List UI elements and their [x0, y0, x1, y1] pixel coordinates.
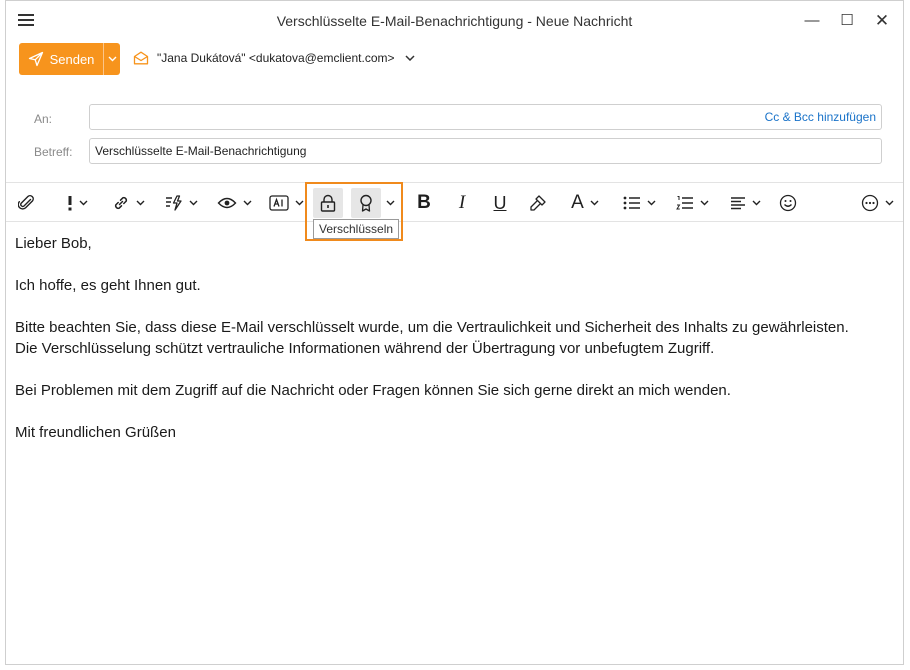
attach-button[interactable]: [15, 188, 39, 218]
chevron-down-icon: [590, 200, 599, 206]
chevron-down-icon: [189, 200, 197, 206]
envelope-icon: [133, 51, 149, 65]
chevron-down-icon: [647, 200, 655, 206]
more-icon: [861, 194, 878, 212]
priority-icon: [68, 196, 71, 211]
priority-button[interactable]: [56, 188, 98, 218]
add-cc-bcc-link[interactable]: Cc & Bcc hinzufügen: [765, 105, 876, 129]
chevron-down-icon: [136, 200, 144, 206]
chevron-down-icon: [108, 56, 116, 62]
align-button[interactable]: [723, 188, 767, 218]
more-options-button[interactable]: [855, 188, 899, 218]
underline-icon: U: [493, 192, 507, 213]
emoji-button[interactable]: [775, 188, 801, 218]
chevron-down-icon: [885, 200, 893, 206]
send-options-button[interactable]: [103, 43, 120, 75]
body-line-3: Die Verschlüsselung schützt vertrauliche…: [15, 340, 715, 357]
subject-label: Betreff:: [34, 145, 73, 159]
quick-text-icon: [165, 195, 182, 211]
send-button[interactable]: Senden: [19, 43, 103, 75]
underline-button[interactable]: U: [486, 188, 514, 218]
bold-button[interactable]: B: [410, 188, 438, 218]
link-button[interactable]: [107, 188, 149, 218]
bullet-list-icon: [623, 196, 640, 210]
visibility-icon: [217, 197, 236, 209]
toolbar-divider-bottom: [6, 221, 903, 222]
body-greeting: Lieber Bob,: [15, 235, 92, 252]
font-color-button[interactable]: A: [563, 188, 607, 218]
visibility-button[interactable]: [213, 188, 255, 218]
to-label: An:: [34, 112, 53, 126]
to-field[interactable]: Cc & Bcc hinzufügen: [89, 104, 882, 130]
send-split-button: Senden: [19, 43, 120, 75]
body-line-4: Bei Problemen mit dem Zugriff auf die Na…: [15, 382, 731, 399]
send-icon: [28, 51, 43, 67]
from-account-selector[interactable]: "Jana Dukátová" <dukatova@emclient.com>: [133, 51, 423, 65]
bold-icon: B: [417, 192, 431, 213]
maximize-button[interactable]: ☐: [832, 9, 862, 33]
subject-field[interactable]: Verschlüsselte E-Mail-Benachrichtigung: [89, 138, 882, 164]
chevron-down-icon: [700, 200, 708, 206]
send-label: Senden: [49, 51, 95, 67]
italic-icon: I: [458, 192, 466, 213]
ai-icon: [268, 195, 289, 211]
numbered-list-icon: [675, 196, 693, 210]
font-color-icon: A: [571, 192, 584, 213]
format-painter-icon: [530, 195, 546, 211]
italic-button[interactable]: I: [448, 188, 476, 218]
minimize-button[interactable]: —: [797, 9, 827, 33]
paperclip-icon: [18, 195, 34, 210]
body-closing: Mit freundlichen Grüßen: [15, 424, 176, 441]
emoji-icon: [779, 194, 797, 212]
align-icon: [730, 197, 745, 210]
chevron-down-icon: [752, 200, 760, 206]
chevron-down-icon: [243, 200, 251, 206]
title-bar: Verschlüsselte E-Mail-Benachrichtigung -…: [6, 1, 903, 41]
format-painter-button[interactable]: [524, 188, 552, 218]
body-line-1: Ich hoffe, es geht Ihnen gut.: [15, 277, 201, 294]
link-icon: [114, 196, 127, 210]
ai-assistant-button[interactable]: [265, 188, 307, 218]
message-body[interactable]: Lieber Bob, Ich hoffe, es geht Ihnen gut…: [15, 233, 895, 443]
body-line-2: Bitte beachten Sie, dass diese E-Mail ve…: [15, 319, 849, 336]
from-address: "Jana Dukátová" <dukatova@emclient.com>: [157, 51, 395, 65]
chevron-down-icon: [295, 200, 303, 206]
close-button[interactable]: ✕: [867, 9, 897, 33]
numbered-list-button[interactable]: [670, 188, 714, 218]
chevron-down-icon: [404, 55, 415, 61]
quick-text-button[interactable]: [160, 188, 202, 218]
bullet-list-button[interactable]: [617, 188, 661, 218]
chevron-down-icon: [79, 200, 87, 206]
toolbar-divider-top: [6, 182, 903, 183]
compose-window: Verschlüsselte E-Mail-Benachrichtigung -…: [5, 0, 904, 665]
window-title: Verschlüsselte E-Mail-Benachrichtigung -…: [276, 13, 633, 29]
